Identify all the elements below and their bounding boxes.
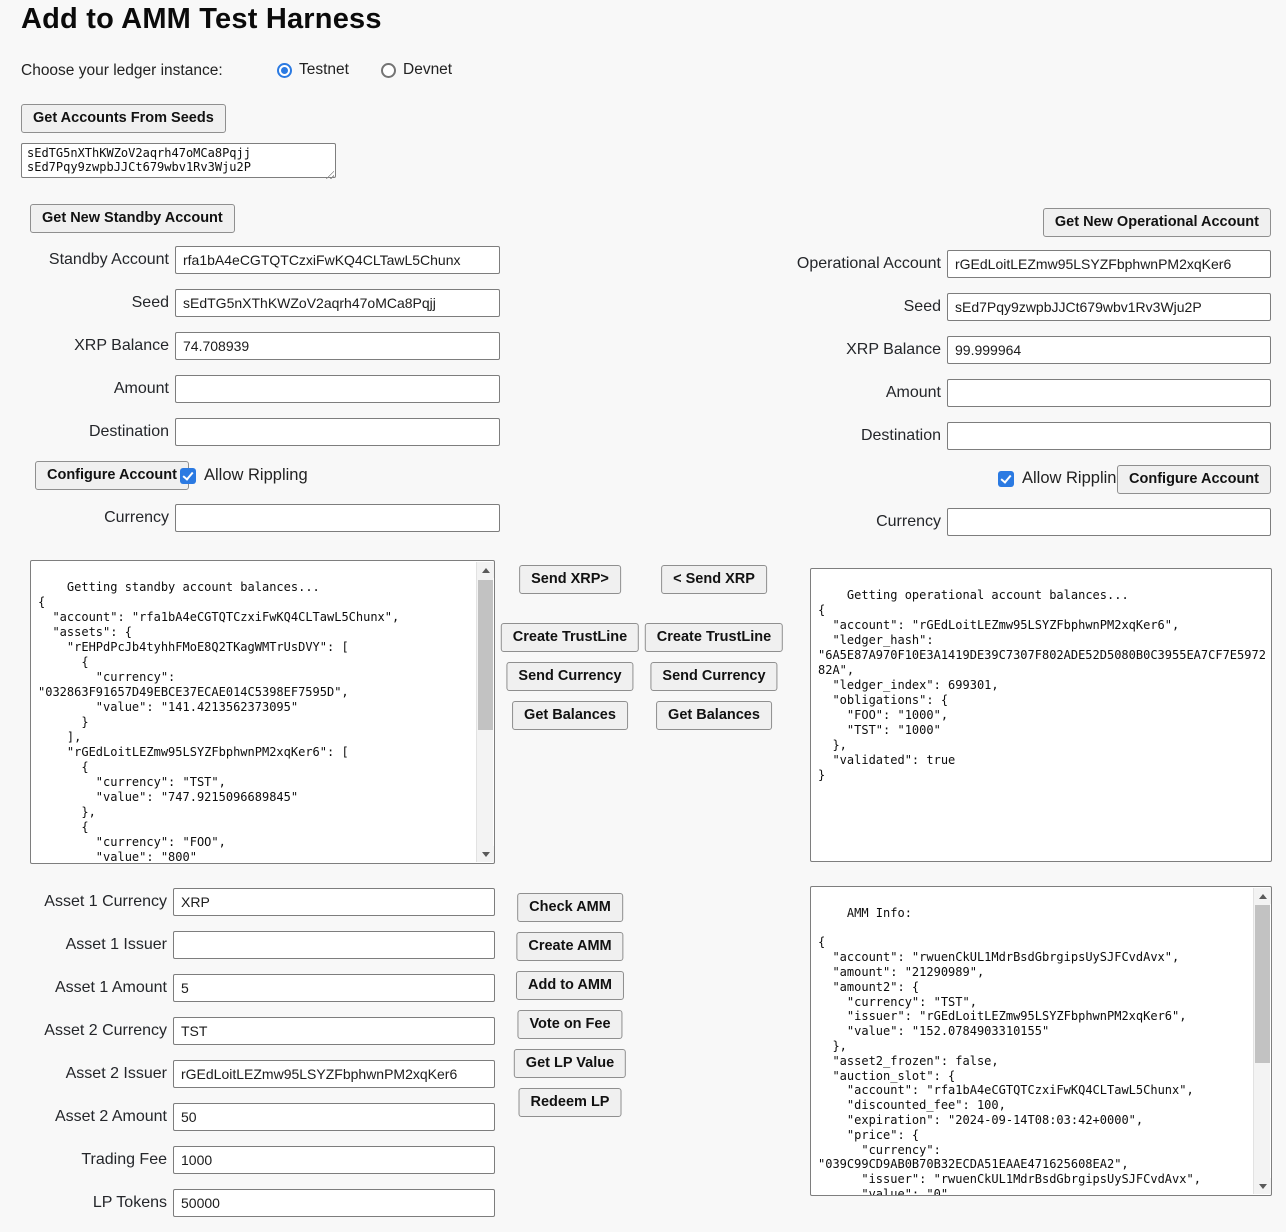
asset1-issuer-input[interactable]	[173, 931, 495, 959]
send-xrp-to-standby-button[interactable]: < Send XRP	[661, 565, 767, 594]
standby-account-input[interactable]	[175, 246, 500, 274]
trading-fee-input[interactable]	[173, 1146, 495, 1174]
scroll-down-icon[interactable]	[477, 846, 494, 862]
page-title: Add to AMM Test Harness	[21, 3, 382, 36]
send-xrp-to-operational-button[interactable]: Send XRP>	[519, 565, 621, 594]
standby-amount-input[interactable]	[175, 375, 500, 403]
amm-info-textarea[interactable]: AMM Info: { "account": "rwuenCkUL1MdrBsd…	[810, 886, 1272, 1196]
standby-seed-input[interactable]	[175, 289, 500, 317]
testnet-radio-icon[interactable]	[277, 63, 292, 78]
operational-currency-label: Currency	[611, 513, 941, 531]
standby-currency-label: Currency	[0, 509, 169, 527]
asset2-currency-label: Asset 2 Currency	[0, 1022, 167, 1040]
asset2-currency-input[interactable]	[173, 1017, 495, 1045]
asset2-issuer-input[interactable]	[173, 1060, 495, 1088]
scroll-up-icon[interactable]	[477, 562, 494, 578]
standby-destination-input[interactable]	[175, 418, 500, 446]
asset1-currency-label: Asset 1 Currency	[0, 893, 167, 911]
standby-seed-label: Seed	[0, 294, 169, 312]
operational-create-trustline-button[interactable]: Create TrustLine	[645, 623, 783, 652]
operational-results-text: Getting operational account balances... …	[818, 588, 1266, 782]
asset1-currency-input[interactable]	[173, 888, 495, 916]
operational-seed-input[interactable]	[947, 293, 1271, 321]
amm-info-text: AMM Info: { "account": "rwuenCkUL1MdrBsd…	[818, 906, 1201, 1196]
standby-amount-label: Amount	[0, 380, 169, 398]
operational-results-textarea[interactable]: Getting operational account balances... …	[810, 568, 1272, 862]
operational-allow-rippling-label: Allow Rippling	[1022, 469, 1126, 488]
asset1-amount-input[interactable]	[173, 974, 495, 1002]
standby-create-trustline-button[interactable]: Create TrustLine	[501, 623, 639, 652]
radio-testnet[interactable]: Testnet	[277, 61, 349, 79]
asset2-amount-label: Asset 2 Amount	[0, 1108, 167, 1126]
operational-send-currency-button[interactable]: Send Currency	[650, 662, 777, 691]
operational-currency-input[interactable]	[947, 508, 1271, 536]
standby-results-scrollbar[interactable]	[476, 562, 493, 862]
get-accounts-from-seeds-button[interactable]: Get Accounts From Seeds	[21, 104, 226, 133]
trading-fee-label: Trading Fee	[0, 1151, 167, 1169]
add-to-amm-button[interactable]: Add to AMM	[516, 971, 624, 1000]
asset2-issuer-label: Asset 2 Issuer	[0, 1065, 167, 1083]
get-new-operational-account-button[interactable]: Get New Operational Account	[1043, 208, 1271, 237]
standby-configure-account-button[interactable]: Configure Account	[35, 461, 189, 490]
scroll-up-icon[interactable]	[1254, 888, 1271, 904]
redeem-lp-button[interactable]: Redeem LP	[519, 1088, 622, 1117]
create-amm-button[interactable]: Create AMM	[516, 932, 623, 961]
lp-tokens-input[interactable]	[173, 1189, 495, 1217]
operational-account-input[interactable]	[947, 250, 1271, 278]
amm-test-harness-page: Add to AMM Test Harness Choose your ledg…	[0, 0, 1286, 1232]
amm-info-scrollbar[interactable]	[1253, 888, 1270, 1194]
scrollbar-thumb[interactable]	[478, 580, 493, 730]
operational-seed-label: Seed	[611, 298, 941, 316]
operational-xrp-balance-input[interactable]	[947, 336, 1271, 364]
devnet-radio-icon[interactable]	[381, 63, 396, 78]
operational-xrp-balance-label: XRP Balance	[611, 341, 941, 359]
operational-destination-input[interactable]	[947, 422, 1271, 450]
standby-get-balances-button[interactable]: Get Balances	[512, 701, 628, 730]
operational-destination-label: Destination	[611, 427, 941, 445]
vote-on-fee-button[interactable]: Vote on Fee	[517, 1010, 622, 1039]
scroll-down-icon[interactable]	[1254, 1178, 1271, 1194]
standby-account-label: Standby Account	[0, 251, 169, 269]
standby-xrp-balance-input[interactable]	[175, 332, 500, 360]
operational-get-balances-button[interactable]: Get Balances	[656, 701, 772, 730]
standby-send-currency-button[interactable]: Send Currency	[506, 662, 633, 691]
get-new-standby-account-button[interactable]: Get New Standby Account	[30, 204, 235, 233]
operational-allow-rippling-checkbox[interactable]	[998, 471, 1014, 487]
lp-tokens-label: LP Tokens	[0, 1194, 167, 1212]
check-amm-button[interactable]: Check AMM	[517, 893, 623, 922]
standby-results-text: Getting standby account balances... { "a…	[38, 580, 399, 864]
operational-amount-input[interactable]	[947, 379, 1271, 407]
ledger-instance-prompt: Choose your ledger instance:	[21, 62, 223, 80]
scrollbar-thumb[interactable]	[1255, 905, 1270, 1063]
standby-allow-rippling-checkbox[interactable]	[180, 468, 196, 484]
asset1-issuer-label: Asset 1 Issuer	[0, 936, 167, 954]
standby-currency-input[interactable]	[175, 504, 500, 532]
operational-amount-label: Amount	[611, 384, 941, 402]
asset1-amount-label: Asset 1 Amount	[0, 979, 167, 997]
testnet-radio-label[interactable]: Testnet	[299, 61, 349, 79]
standby-allow-rippling-label: Allow Rippling	[204, 466, 308, 485]
get-lp-value-button[interactable]: Get LP Value	[514, 1049, 626, 1078]
standby-results-textarea[interactable]: Getting standby account balances... { "a…	[30, 560, 495, 864]
devnet-radio-label[interactable]: Devnet	[403, 61, 452, 79]
seeds-textarea[interactable]: sEdTG5nXThKWZoV2aqrh47oMCa8Pqjj sEd7Pqy9…	[21, 143, 336, 178]
operational-account-label: Operational Account	[611, 255, 941, 273]
standby-destination-label: Destination	[0, 423, 169, 441]
standby-xrp-balance-label: XRP Balance	[0, 337, 169, 355]
operational-configure-account-button[interactable]: Configure Account	[1117, 465, 1271, 494]
radio-devnet[interactable]: Devnet	[381, 61, 452, 79]
asset2-amount-input[interactable]	[173, 1103, 495, 1131]
